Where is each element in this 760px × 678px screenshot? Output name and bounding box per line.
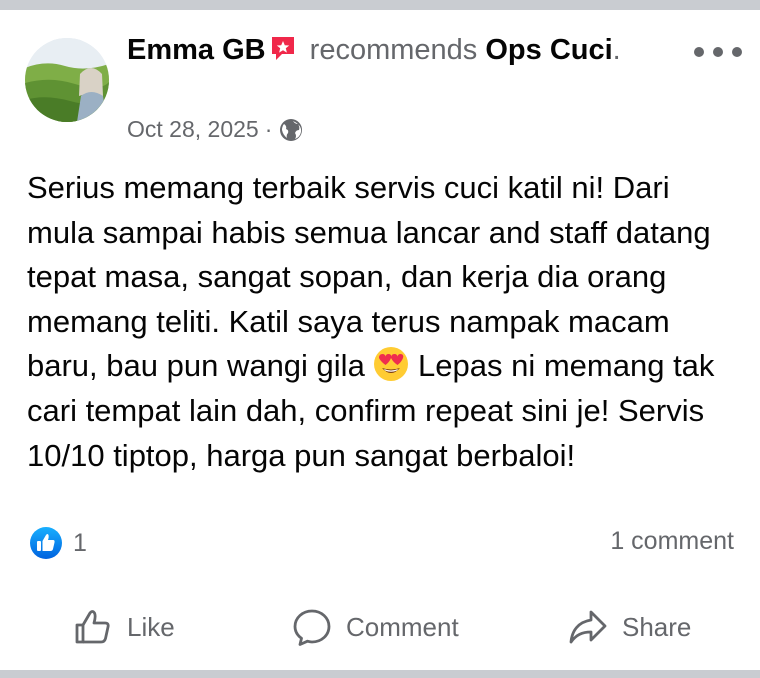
more-dot	[694, 47, 704, 57]
recommends-verb: recommends	[309, 34, 478, 66]
avatar[interactable]	[25, 38, 109, 122]
like-label: Like	[127, 611, 175, 642]
share-label: Share	[622, 611, 692, 642]
thumbs-up-reaction-icon	[30, 527, 62, 559]
recommendation-badge-icon	[271, 37, 294, 60]
header-period: .	[612, 34, 621, 66]
reaction-count: 1	[73, 528, 87, 557]
comment-count-link[interactable]: 1 comment	[610, 527, 734, 556]
comment-label: Comment	[346, 611, 459, 642]
meta-separator: ·	[264, 116, 273, 142]
more-dot	[732, 47, 742, 57]
share-button[interactable]: Share	[568, 598, 691, 656]
post-header: Emma GB recommends Ops Cuci.	[127, 30, 647, 71]
author-name[interactable]: Emma GB	[127, 34, 266, 66]
avatar-photo	[25, 38, 109, 122]
share-arrow-icon	[569, 610, 607, 644]
more-dot	[713, 47, 723, 57]
like-button[interactable]: Like	[73, 598, 175, 656]
more-options-icon[interactable]	[694, 36, 742, 68]
globe-icon[interactable]	[278, 117, 304, 143]
reaction-summary[interactable]: 1	[29, 526, 87, 560]
comment-bubble-icon	[293, 609, 331, 646]
post-body: Serius memang terbaik servis cuci katil …	[27, 166, 739, 478]
heart-eyes-emoji-icon	[374, 347, 409, 382]
top-divider	[0, 0, 760, 10]
page-name-link[interactable]: Ops Cuci	[485, 34, 612, 66]
thumbs-up-icon	[75, 610, 110, 644]
post-date[interactable]: Oct 28, 2025	[127, 116, 259, 143]
action-bar: Like Comment Share	[0, 598, 760, 656]
comment-button[interactable]: Comment	[292, 598, 459, 656]
bottom-divider	[0, 670, 760, 678]
post-meta: Oct 28, 2025 ·	[127, 116, 304, 143]
